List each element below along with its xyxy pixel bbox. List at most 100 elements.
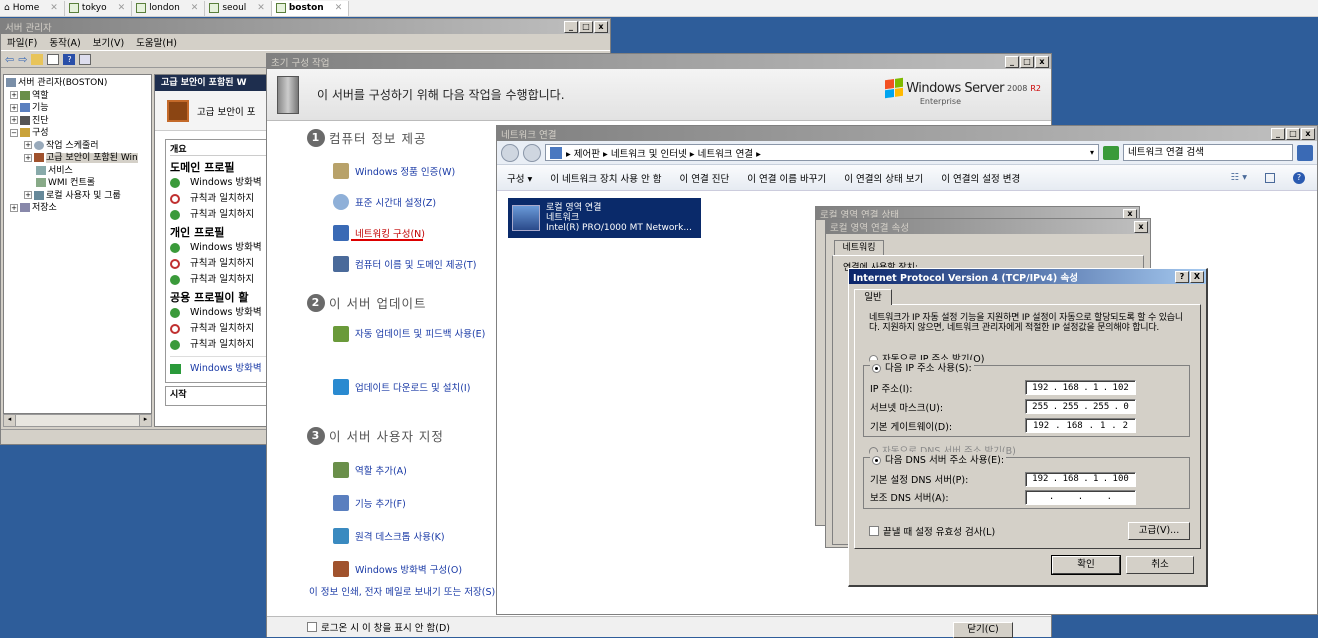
manual-ip-radio[interactable]: 다음 IP 주소 사용(S): xyxy=(870,360,974,374)
rename-button[interactable]: 이 연결 이름 바꾸기 xyxy=(747,171,826,185)
adapter-local-area-connection[interactable]: 로컬 영역 연결 네트워크 Intel(R) PRO/1000 MT Netwo… xyxy=(508,198,701,238)
help-button[interactable]: ? xyxy=(1175,270,1189,283)
maximize-button[interactable]: □ xyxy=(1020,55,1034,68)
collapse-icon[interactable]: − xyxy=(10,128,18,137)
manual-dns-radio[interactable]: 다음 DNS 서버 주소 사용(E): xyxy=(870,452,1007,466)
close-icon[interactable]: ✕ xyxy=(50,3,58,13)
ipv4-titlebar[interactable]: Internet Protocol Version 4 (TCP/IPv4) 속… xyxy=(849,269,1206,284)
expand-icon[interactable]: + xyxy=(24,153,32,162)
view-status-button[interactable]: 이 연결의 상태 보기 xyxy=(844,171,923,185)
expand-icon[interactable]: + xyxy=(10,91,18,99)
ict-titlebar[interactable]: 초기 구성 작업 _ □ x xyxy=(267,54,1051,69)
link-timezone[interactable]: 표준 시간대 설정(Z) xyxy=(333,186,497,217)
link-add-features[interactable]: 기능 추가(F) xyxy=(333,486,497,519)
tree-item-diagnostics[interactable]: + 진단 xyxy=(6,115,151,128)
link-configure-networking[interactable]: 네트워킹 구성(N) xyxy=(333,217,497,248)
address-field[interactable]: ▸ 제어판 ▸ 네트워크 및 인터넷 ▸ 네트워크 연결 ▸ ▾ xyxy=(545,144,1099,161)
tree-item-local-users[interactable]: + 로컬 사용자 및 그룹 xyxy=(6,190,151,203)
tab-tokyo[interactable]: tokyo ✕ xyxy=(65,0,133,16)
subnet-mask-field[interactable]: 255. 255. 255. 0 xyxy=(1025,399,1136,414)
properties-titlebar[interactable]: 로컬 영역 연결 속성 x xyxy=(826,219,1150,234)
close-icon[interactable]: ✕ xyxy=(257,3,265,13)
close-button[interactable]: x xyxy=(594,20,608,33)
back-button[interactable] xyxy=(501,143,519,162)
expand-icon[interactable]: + xyxy=(10,103,18,112)
scroll-right-arrow[interactable]: ▸ xyxy=(139,415,151,426)
tree-item-configuration[interactable]: − 구성 xyxy=(6,127,151,140)
tab-boston[interactable]: boston ✕ xyxy=(271,0,350,16)
refresh-icon[interactable] xyxy=(1103,145,1119,160)
close-button[interactable]: x xyxy=(1123,208,1137,219)
ok-button[interactable]: 확인 xyxy=(1051,555,1121,575)
close-button[interactable]: x xyxy=(1134,220,1148,233)
close-button[interactable]: x xyxy=(1301,127,1315,140)
expand-icon[interactable]: + xyxy=(10,116,18,124)
tab-home[interactable]: ⌂ Home ✕ xyxy=(0,0,65,16)
tree-item-features[interactable]: + 기능 xyxy=(6,102,151,115)
tree-item-task-scheduler[interactable]: + 작업 스케줄러 xyxy=(6,140,151,153)
maximize-button[interactable]: □ xyxy=(579,20,593,33)
forward-button[interactable] xyxy=(523,143,541,162)
print-email-save-link[interactable]: 이 정보 인쇄, 전자 메일로 보내기 또는 저장(S) xyxy=(309,584,495,598)
link-remote-desktop[interactable]: 원격 데스크톱 사용(K) xyxy=(333,519,497,552)
preferred-dns-field[interactable]: 192. 168. 1. 100 xyxy=(1025,471,1136,487)
help-icon[interactable]: ? xyxy=(63,53,76,65)
validate-settings-checkbox[interactable]: 끝낼 때 설정 유효성 검사(L) 고급(V)... xyxy=(869,522,1190,540)
preview-pane-icon[interactable] xyxy=(1265,172,1275,183)
firewall-properties-link[interactable]: Windows 방화벽 xyxy=(170,356,272,374)
link-windows-activation[interactable]: Windows 정품 인증(W) xyxy=(333,155,497,186)
menu-file[interactable]: 파일(F) xyxy=(7,35,37,49)
close-icon[interactable]: ✕ xyxy=(191,3,199,13)
default-gateway-field[interactable]: 192. 168. 1. 2 xyxy=(1025,418,1136,433)
tree-item-server-manager[interactable]: 서버 관리자(BOSTON) xyxy=(6,77,151,90)
back-icon[interactable]: ⇦ xyxy=(5,53,14,66)
link-configure-firewall[interactable]: Windows 방화벽 구성(O) xyxy=(333,552,497,585)
views-icon[interactable]: ☷ ▾ xyxy=(1231,172,1247,183)
close-button[interactable]: 닫기(C) xyxy=(953,622,1013,638)
expand-icon[interactable]: + xyxy=(24,141,32,149)
close-button[interactable]: x xyxy=(1035,55,1049,68)
search-icon[interactable] xyxy=(1297,144,1313,161)
minimize-button[interactable]: _ xyxy=(1005,55,1019,68)
disable-device-button[interactable]: 이 네트워크 장치 사용 안 함 xyxy=(550,171,661,185)
tree-item-wmi[interactable]: WMI 컨트롤 xyxy=(6,177,151,190)
link-add-roles[interactable]: 역할 추가(A) xyxy=(333,453,497,486)
forward-icon[interactable]: ⇨ xyxy=(18,53,27,66)
expand-icon[interactable]: + xyxy=(24,191,32,199)
server-manager-titlebar[interactable]: 서버 관리자 _ □ x xyxy=(1,19,610,34)
tree-horizontal-scrollbar[interactable]: ◂ ▸ xyxy=(3,414,152,427)
help-icon[interactable]: ? xyxy=(1293,171,1305,184)
menu-action[interactable]: 동작(A) xyxy=(49,35,80,49)
link-auto-update[interactable]: 자동 업데이트 및 피드백 사용(E) xyxy=(333,320,497,370)
menu-view[interactable]: 보기(V) xyxy=(93,35,124,49)
tree-item-roles[interactable]: + 역할 xyxy=(6,90,151,103)
organize-menu[interactable]: 구성 ▾ xyxy=(507,171,532,185)
tree-item-services[interactable]: 서비스 xyxy=(6,165,151,178)
tab-networking[interactable]: 네트워킹 xyxy=(834,240,884,255)
alternate-dns-field[interactable]: . . . xyxy=(1025,489,1136,505)
close-icon[interactable]: ✕ xyxy=(118,3,126,13)
cancel-button[interactable]: 취소 xyxy=(1126,556,1194,574)
properties-icon[interactable] xyxy=(79,53,92,65)
show-hide-tree-icon[interactable] xyxy=(47,53,60,65)
scroll-left-arrow[interactable]: ◂ xyxy=(4,415,16,426)
dont-show-checkbox[interactable] xyxy=(307,622,317,632)
search-input[interactable]: 네트워크 연결 검색 xyxy=(1123,144,1293,161)
expand-icon[interactable]: + xyxy=(10,203,18,212)
tree-item-storage[interactable]: + 저장소 xyxy=(6,202,151,215)
close-button[interactable]: X xyxy=(1190,270,1204,283)
minimize-button[interactable]: _ xyxy=(1271,127,1285,140)
menu-help[interactable]: 도움말(H) xyxy=(136,35,177,49)
diagnose-button[interactable]: 이 연결 진단 xyxy=(680,171,730,185)
tab-seoul[interactable]: seoul ✕ xyxy=(205,0,272,16)
tree-item-firewall[interactable]: + 고급 보안이 포함된 Win xyxy=(6,152,151,165)
link-download-updates[interactable]: 업데이트 다운로드 및 설치(I) xyxy=(333,370,497,404)
tab-general[interactable]: 일반 xyxy=(854,289,892,305)
change-settings-button[interactable]: 이 연결의 설정 변경 xyxy=(941,171,1020,185)
ip-address-field[interactable]: 192. 168. 1. 102 xyxy=(1025,380,1136,395)
netconn-titlebar[interactable]: 네트워크 연결 _ □ x xyxy=(497,126,1317,141)
minimize-button[interactable]: _ xyxy=(564,20,578,33)
close-icon[interactable]: ✕ xyxy=(335,3,343,13)
tab-london[interactable]: london ✕ xyxy=(132,0,206,16)
advanced-button[interactable]: 고급(V)... xyxy=(1128,522,1190,540)
